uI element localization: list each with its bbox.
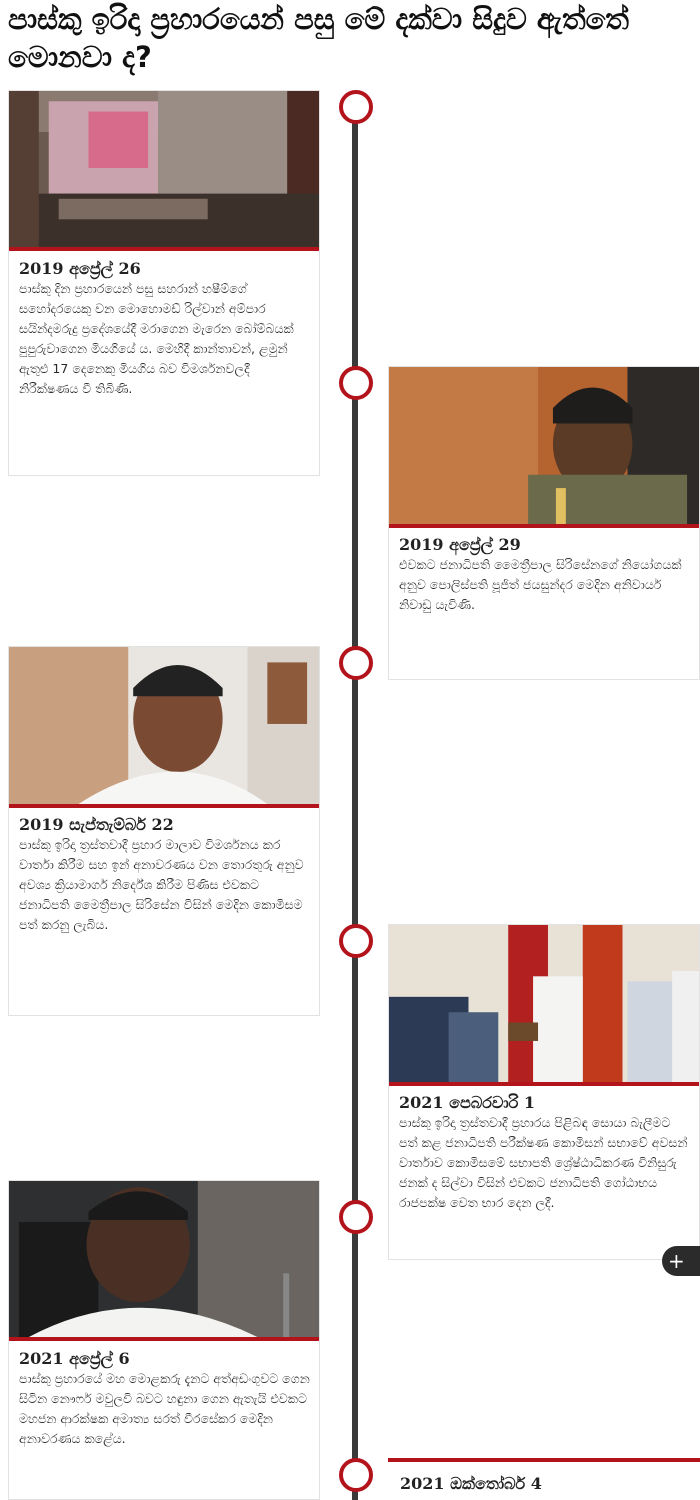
timeline-node bbox=[339, 90, 373, 124]
timeline-card[interactable]: 2021 අප්‍රේල් 6 පාස්කු ප්‍රහාරයේ මහ මොළක… bbox=[8, 1180, 320, 1500]
timeline-date: 2021 ඔක්තෝබර් 4 bbox=[400, 1474, 542, 1493]
timeline-date: 2019 අප්‍රේල් 26 bbox=[19, 259, 141, 278]
timeline-card[interactable]: 2019 අප්‍රේල් 29 එවකට ජනාධිපති මෛත්‍රීපා… bbox=[388, 366, 700, 680]
former-president-photo bbox=[9, 647, 319, 808]
timeline-node bbox=[339, 646, 373, 680]
timeline-description: පාස්කු දින ප්‍රහාරයෙන් පසු සහරාන් හෂීම්ග… bbox=[19, 281, 294, 396]
timeline-description: පාස්කු ප්‍රහාරයේ මහ මොළකරු දැනට අත්අඩංගු… bbox=[19, 1371, 310, 1446]
timeline-description: එවකට ජනාධිපති මෛත්‍රීපාල සිරිසේනගේ නියෝග… bbox=[399, 557, 682, 612]
timeline-date: 2019 අප්‍රේල් 29 bbox=[399, 535, 521, 554]
timeline-date: 2021 පෙබරවාරි 1 bbox=[399, 1093, 536, 1112]
timeline-card[interactable]: 2019 අප්‍රේල් 26 පාස්කු දින ප්‍රහාරයෙන් … bbox=[8, 90, 320, 476]
minister-photo bbox=[9, 1181, 319, 1341]
timeline-axis bbox=[352, 104, 358, 1500]
floating-action-button[interactable]: + bbox=[662, 1246, 700, 1276]
timeline-description: පාස්කු ඉරිදා ත්‍රස්තවාදී ප්‍රහාර මාලාව ව… bbox=[19, 837, 304, 932]
page-title: පාස්කු ඉරිදා ප්‍රහාරයෙන් පසු මේ දක්වා සි… bbox=[8, 2, 629, 74]
timeline-card[interactable]: 2021 පෙබරවාරි 1 පාස්කු ඉරිදා ත්‍රස්තවාදී… bbox=[388, 924, 700, 1260]
timeline-date: 2021 අප්‍රේල් 6 bbox=[19, 1349, 130, 1368]
timeline-node bbox=[339, 924, 373, 958]
timeline-node bbox=[339, 1458, 373, 1492]
timeline-node bbox=[339, 366, 373, 400]
burned-building-photo bbox=[9, 91, 319, 251]
timeline-node bbox=[339, 1200, 373, 1234]
timeline-description: පාස්කු ඉරිදා ත්‍රස්තවාදී ප්‍රහාරය පිළිබඳ… bbox=[399, 1115, 688, 1210]
timeline-card[interactable]: 2019 සැප්තැම්බර් 22 පාස්කු ඉරිදා ත්‍රස්ත… bbox=[8, 646, 320, 1016]
report-handover-photo bbox=[389, 925, 699, 1086]
timeline-card[interactable]: 2021 ඔක්තෝබර් 4 bbox=[388, 1458, 700, 1500]
police-chief-photo bbox=[389, 367, 699, 528]
timeline-date: 2019 සැප්තැම්බර් 22 bbox=[19, 815, 174, 834]
